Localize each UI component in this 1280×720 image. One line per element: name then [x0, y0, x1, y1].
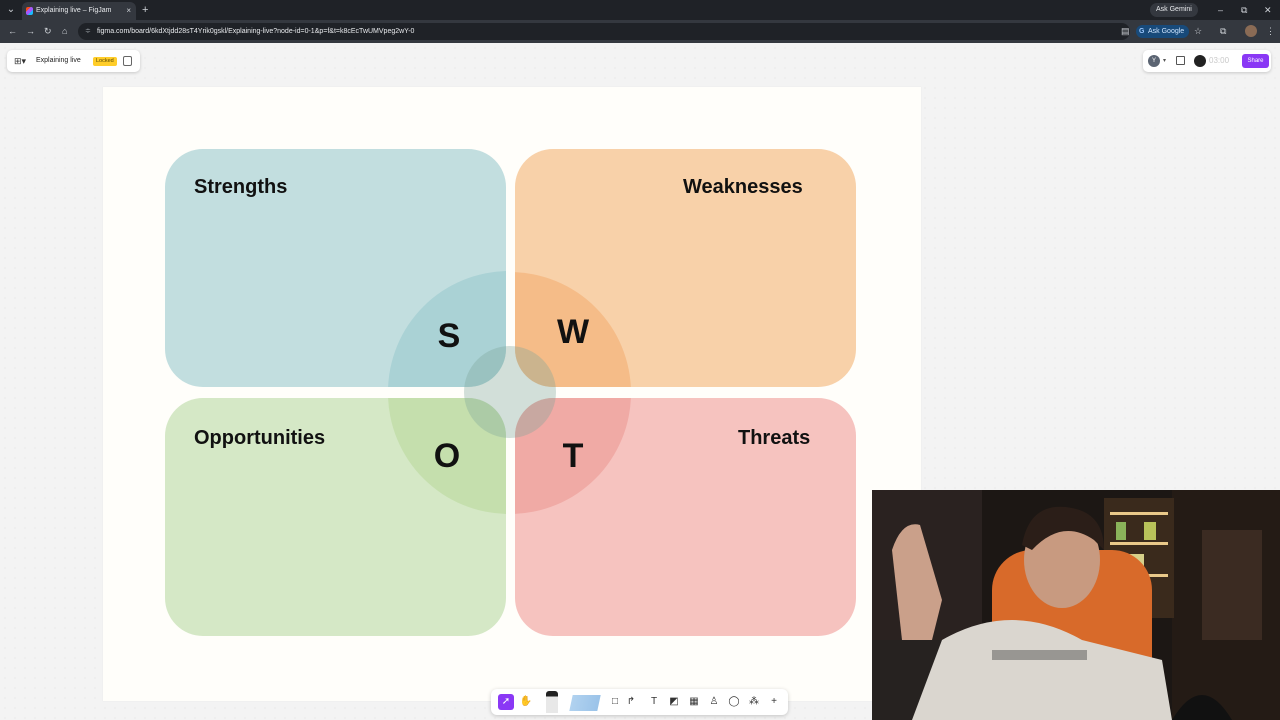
table-tool-icon[interactable]: ▦	[686, 694, 702, 710]
new-tab-button[interactable]: +	[142, 2, 148, 18]
figma-favicon-icon	[26, 7, 33, 15]
stamp-tool-icon[interactable]: ♙	[706, 694, 722, 710]
extensions-icon[interactable]: ⧉	[1220, 25, 1226, 38]
tab-search-icon[interactable]: ⌄	[4, 3, 18, 17]
hand-tool-icon[interactable]: ✋	[518, 694, 534, 710]
marker-tool-icon[interactable]	[546, 691, 558, 713]
strengths-title[interactable]: Strengths	[194, 175, 287, 199]
more-tools-icon[interactable]: ⁂	[746, 694, 762, 710]
browser-address-bar: ← → ↻ ⌂ ≑ figma.com/board/6kdXtjdd28sT4Y…	[0, 20, 1280, 43]
layout-icon[interactable]	[1176, 56, 1185, 65]
weaknesses-title[interactable]: Weaknesses	[683, 175, 803, 199]
file-panel: ⊞▾ Explaining live Locked	[7, 50, 140, 72]
window-close-icon[interactable]: ✕	[1264, 2, 1272, 18]
opportunities-title[interactable]: Opportunities	[194, 426, 325, 450]
reload-icon[interactable]: ↻	[44, 25, 52, 38]
locked-badge: Locked	[93, 57, 117, 66]
tab-close-icon[interactable]: ×	[126, 2, 131, 20]
url-field[interactable]: ≑ figma.com/board/6kdXtjdd28sT4Yrik0gskl…	[78, 23, 1130, 40]
add-tool-icon[interactable]: +	[766, 694, 782, 710]
file-title[interactable]: Explaining live	[36, 50, 81, 72]
tab-title: Explaining live – FigJam	[36, 7, 112, 14]
clipboard-icon[interactable]: ▤	[1121, 25, 1130, 38]
share-button[interactable]: Share	[1242, 54, 1269, 68]
figjam-toolbar: ➚ ✋ □ ↱ T ◩ ▦ ♙ ◯ ⁂ +	[491, 689, 788, 715]
move-tool-icon[interactable]: ➚	[498, 694, 514, 710]
letter-w[interactable]: W	[553, 312, 593, 352]
comment-tool-icon[interactable]: ◯	[726, 694, 742, 710]
ask-gemini-button[interactable]: Ask Gemini	[1150, 3, 1198, 17]
chevron-down-icon[interactable]: ▾	[1163, 50, 1166, 72]
url-text: figma.com/board/6kdXtjdd28sT4Yrik0gskl/E…	[97, 28, 415, 35]
threats-title[interactable]: Threats	[738, 426, 810, 450]
figjam-menu-icon[interactable]: ⊞▾	[14, 54, 26, 68]
washi-tape-tool-icon[interactable]	[569, 695, 601, 711]
collaboration-panel: Y ▾ 03:00 Share	[1143, 50, 1271, 72]
back-icon[interactable]: ←	[8, 25, 17, 38]
ask-google-button[interactable]: Ask Google	[1136, 25, 1190, 38]
minimize-icon[interactable]: –	[1218, 2, 1223, 18]
letter-o[interactable]: O	[427, 436, 467, 476]
browser-tab[interactable]: Explaining live – FigJam ×	[22, 2, 136, 20]
connector-tool-icon[interactable]: ↱	[623, 694, 639, 710]
sticky-note-tool-icon[interactable]: ◩	[666, 694, 682, 710]
forward-icon[interactable]: →	[26, 25, 35, 38]
timer-text: 03:00	[1209, 56, 1230, 65]
text-tool-icon[interactable]: T	[646, 694, 662, 710]
home-icon[interactable]: ⌂	[62, 25, 67, 38]
restore-icon[interactable]: ⧉	[1241, 2, 1247, 18]
letter-t[interactable]: T	[553, 436, 593, 476]
site-info-icon[interactable]: ≑	[85, 23, 91, 40]
browser-tab-bar: ⌄ Explaining live – FigJam × + Ask Gemin…	[0, 0, 1280, 20]
webcam-feed-image	[872, 490, 1280, 720]
profile-avatar[interactable]	[1245, 25, 1257, 37]
bookmark-star-icon[interactable]: ☆	[1194, 25, 1202, 38]
timer-icon[interactable]	[1194, 55, 1206, 67]
duplicate-icon[interactable]	[123, 56, 132, 66]
webcam-overlay	[872, 490, 1280, 720]
browser-menu-icon[interactable]: ⋮	[1266, 25, 1275, 38]
user-avatar[interactable]: Y	[1148, 55, 1160, 67]
shape-tool-icon[interactable]: □	[607, 694, 623, 710]
letter-s[interactable]: S	[429, 316, 469, 356]
